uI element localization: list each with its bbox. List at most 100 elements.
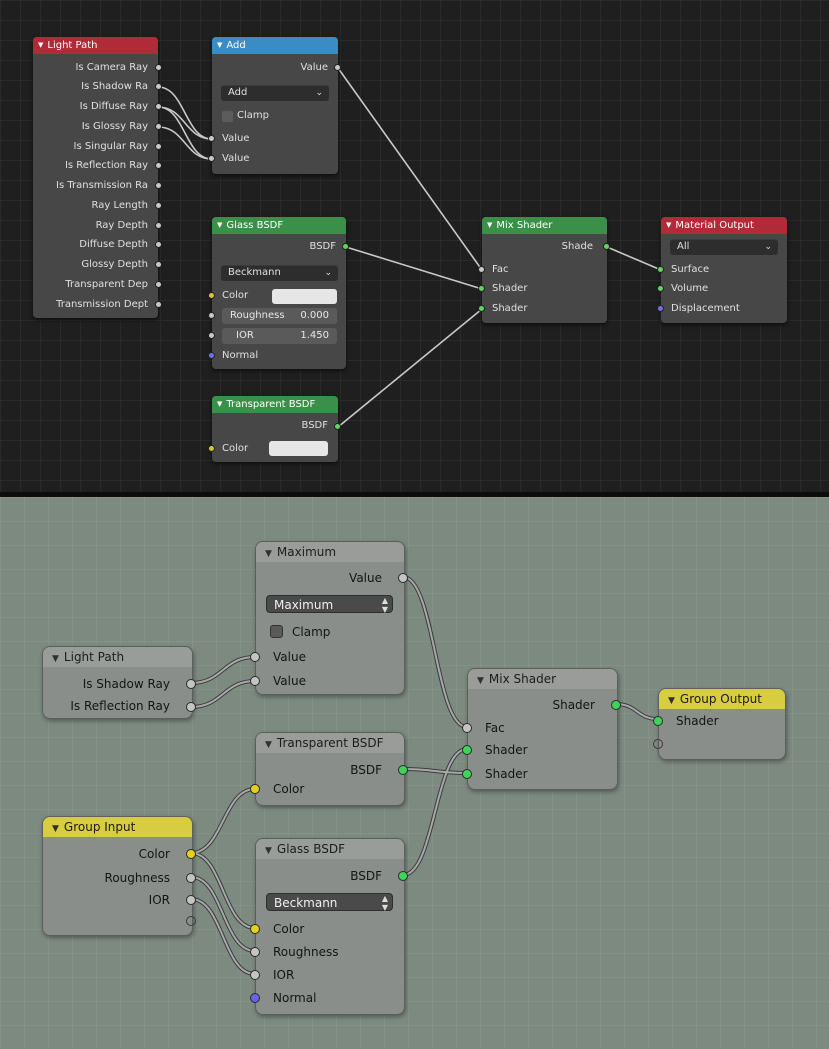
- collapse-triangle-icon[interactable]: ▼: [217, 396, 222, 413]
- node-header[interactable]: ▼ Light Path: [33, 37, 158, 54]
- node-mix-shader[interactable]: ▼ Mix Shader Shade Fac Shader Shader: [478, 217, 610, 323]
- output-socket[interactable]: [155, 261, 162, 268]
- input-socket[interactable]: [208, 312, 215, 319]
- output-socket[interactable]: [155, 162, 162, 169]
- output-socket[interactable]: [155, 202, 162, 209]
- input-socket[interactable]: [208, 445, 215, 452]
- input-socket[interactable]: [462, 723, 472, 733]
- output-socket[interactable]: [186, 873, 196, 883]
- input-socket[interactable]: [208, 135, 215, 142]
- collapse-triangle-icon[interactable]: ▼: [668, 691, 675, 711]
- collapse-triangle-icon[interactable]: ▼: [52, 819, 59, 839]
- node-header[interactable]: ▼ Add: [212, 37, 338, 54]
- input-socket[interactable]: [478, 266, 485, 273]
- input-socket[interactable]: [250, 924, 260, 934]
- color-swatch[interactable]: [272, 289, 337, 304]
- distribution-select[interactable]: Beckmann ▲ ▼: [266, 893, 393, 912]
- node-group-input[interactable]: ▼ Group Input Color Roughness IOR: [42, 816, 196, 936]
- collapse-triangle-icon[interactable]: ▼: [487, 217, 492, 234]
- target-select[interactable]: All ⌄: [670, 239, 778, 255]
- input-socket[interactable]: [657, 266, 664, 273]
- clamp-checkbox[interactable]: [270, 625, 283, 638]
- output-socket[interactable]: [155, 281, 162, 288]
- output-socket[interactable]: [334, 64, 341, 71]
- input-socket[interactable]: [208, 292, 215, 299]
- output-socket[interactable]: [155, 123, 162, 130]
- node-mix-shader[interactable]: ▼ Mix Shader Shader Fac Shader Shader: [462, 668, 621, 790]
- node-header[interactable]: ▼ Group Input: [43, 817, 192, 837]
- output-socket[interactable]: [155, 301, 162, 308]
- node-maximum[interactable]: ▼ Maximum Value Maximum ▲ ▼ Clamp Value Val…: [250, 541, 408, 695]
- collapse-triangle-icon[interactable]: ▼: [265, 841, 272, 861]
- input-socket[interactable]: [250, 676, 260, 686]
- node-transparent-bsdf[interactable]: ▼ Transparent BSDF BSDF Color: [208, 396, 341, 462]
- output-socket[interactable]: [155, 241, 162, 248]
- node-material-output[interactable]: ▼ Material Output All ⌄ Surface Volume Dis…: [657, 217, 787, 323]
- input-socket[interactable]: [208, 332, 215, 339]
- node-header[interactable]: ▼ Material Output: [661, 217, 787, 234]
- input-socket[interactable]: [250, 970, 260, 980]
- input-socket[interactable]: [478, 305, 485, 312]
- node-header[interactable]: ▼ Group Output: [659, 689, 785, 709]
- output-socket[interactable]: [611, 700, 621, 710]
- input-socket[interactable]: [250, 784, 260, 794]
- output-socket[interactable]: [398, 871, 408, 881]
- node-header[interactable]: ▼ Glass BSDF: [212, 217, 346, 234]
- input-socket[interactable]: [478, 285, 485, 292]
- node-header[interactable]: ▼ Maximum: [256, 542, 404, 562]
- output-socket[interactable]: [155, 222, 162, 229]
- output-socket[interactable]: [155, 143, 162, 150]
- collapse-triangle-icon[interactable]: ▼: [477, 671, 484, 691]
- operation-select[interactable]: Maximum ▲ ▼: [266, 595, 393, 614]
- input-socket[interactable]: [653, 716, 663, 726]
- input-socket[interactable]: [462, 769, 472, 779]
- collapse-triangle-icon[interactable]: ▼: [217, 217, 222, 234]
- input-socket[interactable]: [208, 352, 215, 359]
- node-transparent-bsdf[interactable]: ▼ Transparent BSDF BSDF Color: [250, 732, 408, 806]
- output-socket[interactable]: [186, 679, 196, 689]
- collapse-triangle-icon[interactable]: ▼: [217, 37, 222, 54]
- output-socket[interactable]: [186, 895, 196, 905]
- collapse-triangle-icon[interactable]: ▼: [52, 649, 59, 669]
- operation-select[interactable]: Add ⌄: [221, 85, 329, 101]
- ior-field[interactable]: IOR 1.450: [222, 328, 337, 344]
- node-header[interactable]: ▼ Transparent BSDF: [212, 396, 338, 413]
- output-socket[interactable]: [342, 243, 349, 250]
- output-socket[interactable]: [334, 423, 341, 430]
- input-socket[interactable]: [462, 745, 472, 755]
- output-socket[interactable]: [155, 64, 162, 71]
- input-socket[interactable]: [250, 947, 260, 957]
- node-light-path[interactable]: ▼ Light Path Is Shadow Ray Is Reflection …: [42, 646, 196, 719]
- input-socket[interactable]: [657, 305, 664, 312]
- empty-input-socket[interactable]: [653, 739, 663, 749]
- input-socket[interactable]: [250, 993, 260, 1003]
- distribution-select[interactable]: Beckmann ⌄: [221, 265, 338, 281]
- output-socket[interactable]: [186, 849, 196, 859]
- input-socket[interactable]: [657, 285, 664, 292]
- node-glass-bsdf[interactable]: ▼ Glass BSDF BSDF Beckmann ▲ ▼ Color Roughn…: [250, 838, 408, 1015]
- node-glass-bsdf[interactable]: ▼ Glass BSDF BSDF Beckmann ⌄ Color Roughne…: [208, 217, 349, 369]
- collapse-triangle-icon[interactable]: ▼: [265, 735, 272, 755]
- empty-output-socket[interactable]: [186, 916, 196, 926]
- output-socket[interactable]: [398, 573, 408, 583]
- node-header[interactable]: ▼ Glass BSDF: [256, 839, 404, 859]
- node-editor-dark[interactable]: ▼ Light Path Is Camera Ray Is Shadow Ra I…: [0, 0, 829, 492]
- node-add[interactable]: ▼ Add Value Add ⌄ Clamp Value Value: [208, 37, 341, 174]
- input-socket[interactable]: [250, 652, 260, 662]
- node-header[interactable]: ▼ Transparent BSDF: [256, 733, 404, 753]
- output-socket[interactable]: [155, 103, 162, 110]
- clamp-checkbox[interactable]: [222, 111, 233, 122]
- node-group-output[interactable]: ▼ Group Output Shader: [653, 688, 786, 760]
- roughness-field[interactable]: Roughness 0.000: [222, 308, 337, 324]
- node-light-path[interactable]: ▼ Light Path Is Camera Ray Is Shadow Ra I…: [33, 37, 162, 318]
- output-socket[interactable]: [603, 243, 610, 250]
- node-header[interactable]: ▼ Light Path: [43, 647, 192, 667]
- output-socket[interactable]: [398, 765, 408, 775]
- node-editor-light[interactable]: ▼ Maximum Value Maximum ▲ ▼ Clamp Value Val…: [0, 497, 829, 1049]
- collapse-triangle-icon[interactable]: ▼: [265, 544, 272, 564]
- collapse-triangle-icon[interactable]: ▼: [666, 217, 671, 234]
- input-socket[interactable]: [208, 155, 215, 162]
- collapse-triangle-icon[interactable]: ▼: [38, 37, 43, 54]
- node-header[interactable]: ▼ Mix Shader: [482, 217, 607, 234]
- output-socket[interactable]: [155, 83, 162, 90]
